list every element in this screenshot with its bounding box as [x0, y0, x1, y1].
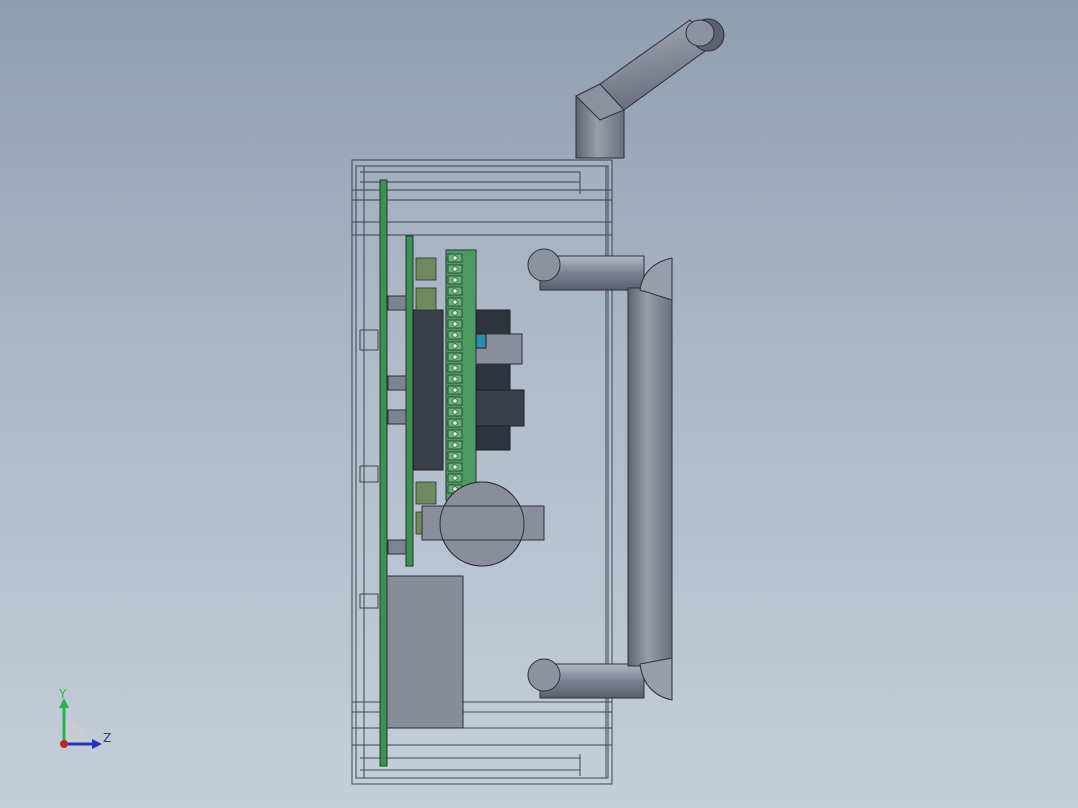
- z-axis-arrowhead: [92, 739, 102, 749]
- terminal-screw: [452, 321, 458, 327]
- terminal-screw: [452, 310, 458, 316]
- terminal-screw: [452, 343, 458, 349]
- terminal-screw: [452, 464, 458, 470]
- antenna-tube[interactable]: [575, 18, 725, 159]
- z-axis-label: Z: [103, 731, 112, 745]
- power-block[interactable]: [386, 575, 464, 729]
- terminal-screw: [452, 354, 458, 360]
- terminal-screw: [452, 299, 458, 305]
- terminal-screw: [452, 420, 458, 426]
- orientation-triad: Y Z: [50, 686, 120, 756]
- triad-quarter-arc: [64, 720, 88, 744]
- x-axis-origin: [60, 740, 68, 748]
- small-connector: [415, 257, 437, 281]
- terminal-screw: [452, 288, 458, 294]
- terminal-screw: [452, 387, 458, 393]
- y-axis-label: Y: [59, 687, 67, 701]
- small-connector: [415, 481, 437, 505]
- terminal-screw: [452, 453, 458, 459]
- terminal-screw: [452, 255, 458, 261]
- terminal-screw: [452, 266, 458, 272]
- small-connector: [415, 287, 437, 311]
- terminal-screw: [452, 376, 458, 382]
- terminal-screw: [452, 431, 458, 437]
- model-viewport[interactable]: [0, 0, 1078, 808]
- terminal-screw: [452, 409, 458, 415]
- main-pcb[interactable]: [379, 179, 388, 767]
- terminal-screw: [452, 332, 458, 338]
- terminal-screw: [452, 475, 458, 481]
- terminal-screw: [452, 277, 458, 283]
- terminal-screw: [452, 365, 458, 371]
- terminal-screw: [452, 398, 458, 404]
- terminal-screw: [452, 442, 458, 448]
